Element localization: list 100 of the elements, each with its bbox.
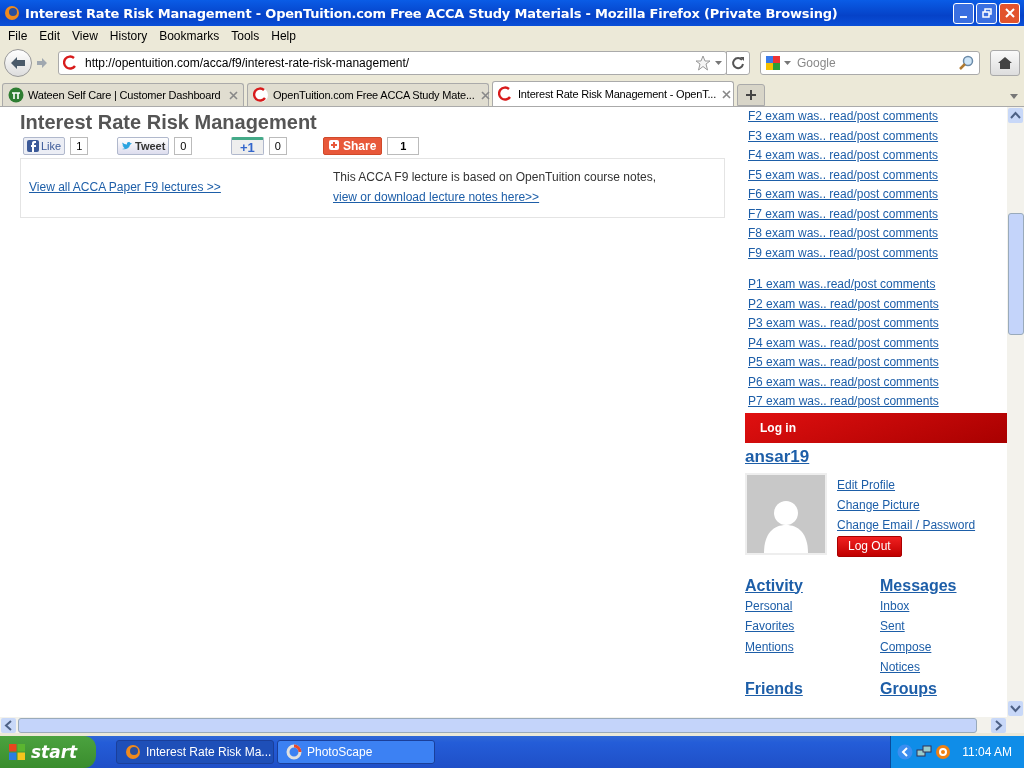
- search-icon: [958, 55, 974, 71]
- app-icon: [286, 744, 302, 760]
- exam-comments-link[interactable]: F2 exam was.. read/post comments: [748, 107, 1007, 127]
- lectures-link[interactable]: View all ACCA Paper F9 lectures >>: [29, 180, 323, 194]
- reload-icon: [731, 56, 745, 70]
- section-link[interactable]: Personal: [745, 595, 793, 616]
- logout-button[interactable]: Log Out: [837, 535, 902, 557]
- search-field[interactable]: Google: [760, 51, 980, 75]
- section-link[interactable]: Sent: [880, 616, 905, 637]
- dropdown-icon: [1010, 93, 1018, 99]
- share-button[interactable]: Share: [323, 137, 383, 155]
- menu-item[interactable]: History: [103, 29, 154, 43]
- exam-comments-link[interactable]: F9 exam was.. read/post comments: [748, 243, 1007, 263]
- firefox-icon: [125, 744, 141, 760]
- new-tab-button[interactable]: [737, 84, 765, 106]
- minimize-icon: [960, 16, 967, 18]
- exam-comments-link[interactable]: F3 exam was.. read/post comments: [748, 126, 1007, 146]
- scroll-thumb[interactable]: [1007, 213, 1024, 335]
- share-count: 0: [268, 137, 287, 155]
- chevron-left-icon: [897, 744, 914, 760]
- section-heading[interactable]: Activity: [745, 574, 803, 596]
- exam-comments-link[interactable]: P6 exam was.. read/post comments: [748, 372, 1007, 392]
- section-link[interactable]: Mentions: [745, 636, 794, 657]
- restore-button[interactable]: [976, 2, 997, 24]
- dropdown-icon: [784, 61, 791, 65]
- menu-item[interactable]: Bookmarks: [153, 29, 226, 43]
- left-arrow-icon: [10, 56, 26, 70]
- login-header: Log in: [745, 412, 1007, 443]
- section-link[interactable]: Favorites: [745, 616, 795, 637]
- google-icon: [765, 55, 781, 71]
- vertical-scrollbar[interactable]: [1007, 107, 1024, 717]
- menu-item[interactable]: Tools: [225, 29, 266, 43]
- taskbar-button[interactable]: PhotoScape: [277, 740, 435, 764]
- menu-item[interactable]: Help: [265, 29, 302, 43]
- section-link[interactable]: Inbox: [880, 595, 910, 616]
- address-bar[interactable]: http://opentuition.com/acca/f9/interest-rate-risk-management/: [58, 51, 727, 75]
- close-icon: [229, 90, 238, 100]
- menu-item[interactable]: Edit: [33, 29, 67, 43]
- tweet-button[interactable]: Tweet: [117, 137, 170, 155]
- close-icon: [480, 90, 490, 100]
- taskbar-button[interactable]: Interest Rate Risk Ma...: [116, 740, 274, 764]
- share-count: 1: [387, 137, 420, 155]
- network-icon: [916, 744, 933, 760]
- right-arrow-icon: [36, 57, 48, 69]
- start-button[interactable]: start: [0, 736, 96, 768]
- browser-tab[interactable]: Wateen Self Care | Customer Dashboard: [2, 83, 244, 106]
- section-heading[interactable]: Messages: [880, 574, 957, 596]
- home-button[interactable]: [990, 50, 1020, 76]
- close-icon: [722, 89, 732, 99]
- firefox-icon: [4, 5, 20, 21]
- clock: 11:04 AM: [962, 745, 1012, 759]
- plus-square-icon: [329, 140, 341, 152]
- browser-tab[interactable]: OpenTuition.com Free ACCA Study Mate...: [247, 83, 489, 106]
- section-heading[interactable]: Friends: [745, 677, 803, 699]
- wateen-logo-icon: [8, 87, 24, 103]
- exam-comments-link[interactable]: F7 exam was.. read/post comments: [748, 204, 1007, 224]
- section-heading[interactable]: Groups: [880, 677, 937, 699]
- profile-link[interactable]: Change Email / Password: [837, 514, 976, 535]
- exam-comments-link[interactable]: F5 exam was.. read/post comments: [748, 165, 1007, 185]
- exam-comments-link[interactable]: P4 exam was.. read/post comments: [748, 333, 1007, 353]
- exam-comments-link[interactable]: F6 exam was.. read/post comments: [748, 185, 1007, 205]
- exam-comments-link[interactable]: F8 exam was.. read/post comments: [748, 224, 1007, 244]
- circle-icon: [935, 744, 952, 760]
- share-count: 0: [174, 137, 193, 155]
- home-icon: [997, 56, 1013, 70]
- close-icon: [1004, 8, 1015, 18]
- browser-tab[interactable]: Interest Rate Risk Management - OpenT...: [492, 81, 734, 106]
- exam-comments-link[interactable]: P7 exam was.. read/post comments: [748, 392, 1007, 412]
- reload-button[interactable]: [726, 51, 750, 75]
- close-button[interactable]: [999, 2, 1020, 24]
- window-title: Interest Rate Risk Management - OpenTuition.com Free ACCA Study Materials - Mozilla Firefox (Private Browsing): [25, 5, 839, 21]
- menu-item[interactable]: View: [66, 29, 104, 43]
- menu-item[interactable]: File: [2, 29, 34, 43]
- back-button[interactable]: [4, 49, 32, 77]
- exam-comments-link[interactable]: P2 exam was.. read/post comments: [748, 294, 1007, 314]
- facebook-icon: [27, 140, 39, 152]
- minimize-button[interactable]: [953, 2, 974, 24]
- site-logo-icon: [253, 87, 269, 103]
- windows-logo-icon: [8, 743, 26, 761]
- exam-comments-link[interactable]: P3 exam was.. read/post comments: [748, 314, 1007, 334]
- exam-comments-link[interactable]: F4 exam was.. read/post comments: [748, 146, 1007, 166]
- page-title: Interest Rate Risk Management: [20, 111, 318, 134]
- section-link[interactable]: Notices: [880, 657, 920, 678]
- share-count: 1: [70, 137, 89, 155]
- exam-comments-link[interactable]: P1 exam was..read/post comments: [748, 275, 1007, 295]
- restore-icon: [981, 8, 992, 18]
- exam-comments-link[interactable]: P5 exam was.. read/post comments: [748, 353, 1007, 373]
- username-link[interactable]: ansar19: [745, 446, 810, 467]
- bird-icon: [121, 140, 133, 152]
- lecture-note: This ACCA F9 lecture is based on OpenTuition course notes, view or download lecture notes here>>: [333, 169, 658, 206]
- section-link[interactable]: Compose: [880, 636, 932, 657]
- dropdown-icon: [715, 61, 722, 65]
- star-icon: [695, 55, 711, 71]
- plus-one-button[interactable]: +1: [231, 137, 264, 155]
- profile-link[interactable]: Edit Profile: [837, 474, 896, 495]
- profile-link[interactable]: Change Picture: [837, 494, 920, 515]
- like-button[interactable]: Like: [23, 137, 66, 155]
- site-logo-icon: [63, 55, 79, 71]
- notes-link[interactable]: view or download lecture notes here>>: [333, 190, 540, 204]
- plus-icon: [745, 89, 757, 101]
